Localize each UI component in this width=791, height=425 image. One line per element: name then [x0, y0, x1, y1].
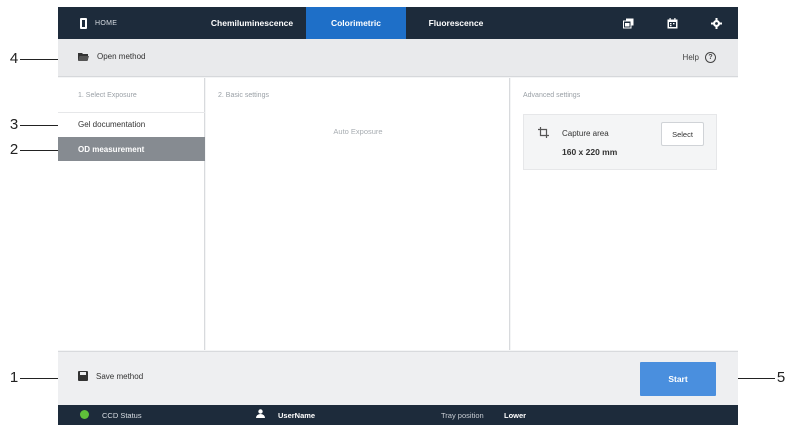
help-label: Help [682, 53, 699, 62]
device-icon [80, 17, 87, 29]
select-button-label: Select [672, 129, 693, 139]
tray-position-value: Lower [504, 411, 527, 420]
option-gel-documentation[interactable]: Gel documentation [58, 112, 205, 136]
folder-open-icon [78, 53, 89, 61]
save-method-label: Save method [96, 371, 144, 381]
capture-area-label: Capture area [562, 129, 609, 138]
tab-chemiluminescence[interactable]: Chemiluminescence [198, 7, 306, 39]
select-exposure-panel: 1. Select Exposure Gel documentation OD … [58, 78, 205, 350]
user-name: UserName [278, 411, 316, 420]
toolbar-icons [606, 7, 738, 39]
open-method-label: Open method [97, 52, 146, 61]
help-button[interactable]: Help ? [683, 52, 716, 63]
capture-area-value: 160 x 220 mm [562, 147, 618, 157]
save-method-button[interactable]: Save method [78, 371, 143, 381]
app-window: HOME Chemiluminescence Colorimetric Fluo… [58, 7, 738, 425]
section-title: 1. Select Exposure [78, 92, 137, 99]
advanced-settings-panel: Advanced settings Capture area 160 x 220… [511, 78, 738, 350]
select-capture-area-button[interactable]: Select [661, 122, 704, 146]
callout-number: 3 [9, 116, 19, 133]
ccd-status-label: CCD Status [102, 411, 142, 420]
status-bar: CCD Status UserName Tray position Lower [58, 405, 738, 425]
tab-colorimetric[interactable]: Colorimetric [306, 7, 406, 39]
home-label: HOME [95, 19, 118, 27]
tray-position-label: Tray position [441, 411, 484, 420]
basic-settings-panel: 2. Basic settings Auto Exposure [206, 78, 510, 350]
callout-number: 1 [9, 369, 19, 386]
user-icon [256, 409, 265, 418]
action-footer: Save method Start [58, 351, 738, 405]
save-icon [78, 371, 88, 381]
method-bar: Open method Help ? [58, 39, 738, 77]
option-od-measurement[interactable]: OD measurement [58, 137, 205, 161]
gear-icon[interactable] [694, 7, 738, 39]
top-nav-bar: HOME Chemiluminescence Colorimetric Fluo… [58, 7, 738, 39]
home-button[interactable]: HOME [58, 7, 198, 39]
option-label: Gel documentation [78, 120, 146, 129]
tab-label: Colorimetric [330, 18, 382, 28]
capture-area-card: Capture area 160 x 220 mm Select [523, 114, 717, 170]
start-button-label: Start [668, 374, 688, 384]
section-title: Advanced settings [523, 92, 581, 99]
crop-icon [538, 127, 549, 138]
start-button[interactable]: Start [640, 362, 716, 396]
tab-label: Chemiluminescence [210, 18, 294, 28]
auto-exposure-text: Auto Exposure [333, 127, 383, 136]
callout-number: 5 [776, 369, 786, 386]
option-label: OD measurement [78, 144, 145, 154]
section-title: 2. Basic settings [218, 92, 269, 99]
callout-number: 4 [9, 50, 19, 67]
callout-number: 2 [9, 141, 19, 158]
tab-fluorescence[interactable]: Fluorescence [406, 7, 506, 39]
help-icon: ? [705, 52, 716, 63]
calendar-icon[interactable] [650, 7, 694, 39]
open-method-button[interactable]: Open method [78, 52, 145, 61]
tab-label: Fluorescence [428, 18, 484, 28]
images-icon[interactable] [606, 7, 650, 39]
ccd-status-indicator [80, 410, 89, 419]
